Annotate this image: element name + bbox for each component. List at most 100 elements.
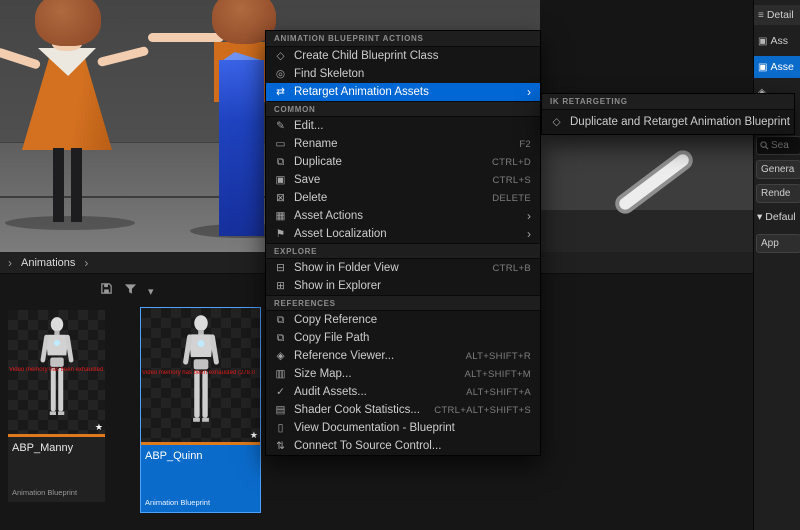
submenu-item-label: Duplicate and Retarget Animation Bluepri…: [570, 116, 790, 128]
render-button[interactable]: Rende: [756, 184, 800, 203]
menu-item-audit-assets[interactable]: ✓Audit Assets...ALT+SHIFT+A: [266, 383, 540, 401]
documentation-icon: ▯: [273, 422, 288, 434]
delete-icon: ⊠: [273, 192, 288, 204]
default-section-label: Defaul: [765, 211, 795, 223]
menu-item-asset-localization[interactable]: ⚑Asset Localization›: [266, 225, 540, 243]
asset-type: Animation Blueprint: [12, 488, 77, 497]
duplicate-icon: ⧉: [273, 156, 288, 169]
menu-item-copy-reference[interactable]: ⧉Copy Reference: [266, 311, 540, 329]
menu-item-label: Rename: [294, 138, 337, 150]
save-all-icon[interactable]: [100, 282, 113, 300]
search-placeholder: Sea: [771, 140, 789, 151]
submenu-item-duplicate-and-retarget-animation-blueprint[interactable]: ◇ Duplicate and Retarget Animation Bluepr…: [542, 110, 794, 134]
menu-item-asset-actions[interactable]: ▦Asset Actions›: [266, 207, 540, 225]
asset-type: Animation Blueprint: [145, 498, 210, 507]
size-map-icon: ▥: [273, 368, 288, 380]
unreal-editor-window: ≡ Detail ▣ Ass ▣ Asse ◈ Sea Genera Rende…: [0, 0, 800, 530]
menu-section-header-explore: EXPLORE: [266, 243, 540, 259]
copy-reference-icon: ⧉: [273, 314, 288, 327]
chevron-down-icon: ▾: [757, 211, 762, 223]
menu-item-view-documentation-blueprint[interactable]: ▯View Documentation - Blueprint: [266, 419, 540, 437]
shortcut-label: CTRL+S: [493, 175, 532, 186]
character-hair: [35, 0, 101, 46]
menu-item-shader-cook-statistics[interactable]: ▤Shader Cook Statistics...CTRL+ALT+SHIFT…: [266, 401, 540, 419]
menu-item-label: Asset Localization: [294, 228, 387, 240]
menu-item-label: Delete: [294, 192, 327, 204]
shortcut-label: ALT+SHIFT+A: [466, 387, 531, 398]
character-arm: [148, 33, 224, 42]
new-asset-star-icon: ★: [250, 430, 258, 441]
asset-actions-icon: ▦: [273, 210, 288, 222]
menu-item-find-skeleton[interactable]: ◎Find Skeleton: [266, 65, 540, 83]
reference-viewer-icon: ◈: [273, 350, 288, 362]
asset-thumbnail: Video memory has been exhausted (278.0 ★: [141, 308, 260, 442]
asset-name: ABP_Quinn: [141, 445, 260, 462]
menu-item-connect-to-source-control[interactable]: ⇅Connect To Source Control...: [266, 437, 540, 455]
menu-item-label: Size Map...: [294, 368, 352, 380]
save-icon: ▣: [273, 174, 288, 186]
copy-file-path-icon: ⧉: [273, 332, 288, 345]
submenu-arrow-icon: ›: [527, 209, 531, 223]
blue-cube: [219, 60, 264, 236]
character-shadow: [5, 216, 135, 230]
audit-assets-icon: ✓: [273, 386, 288, 398]
tab-asset-details-selected[interactable]: ▣ Asse: [754, 56, 800, 78]
filter-icon[interactable]: [124, 282, 137, 300]
retarget-icon: ⇄: [273, 86, 288, 98]
menu-item-edit[interactable]: ✎ Edit...: [266, 117, 540, 135]
menu-item-rename[interactable]: ▭RenameF2: [266, 135, 540, 153]
details-icon: ≡: [758, 10, 764, 21]
menu-item-reference-viewer[interactable]: ◈ Reference Viewer... ALT+SHIFT+R: [266, 347, 540, 365]
menu-section-header-animation-blueprint-actions: ANIMATION BLUEPRINT ACTIONS: [266, 31, 540, 47]
asset-tile-abp-manny[interactable]: Video memory has been exhausted (1391.3 …: [8, 310, 105, 502]
tab-details[interactable]: ≡ Detail: [754, 5, 800, 25]
menu-item-retarget-animation-assets[interactable]: ⇄Retarget Animation Assets›: [266, 83, 540, 101]
tab-assets[interactable]: ▣ Ass: [754, 31, 800, 51]
context-menu: ANIMATION BLUEPRINT ACTIONS ◇ Create Child…: [265, 30, 541, 456]
menu-item-copy-file-path[interactable]: ⧉ Copy File Path: [266, 329, 540, 347]
menu-item-label: Edit...: [294, 120, 323, 132]
menu-item-label: Show in Explorer: [294, 280, 381, 292]
menu-item-save[interactable]: ▣SaveCTRL+S: [266, 171, 540, 189]
folder-view-icon: ⊟: [273, 262, 288, 274]
edit-icon: ✎: [273, 120, 288, 132]
retarget-blueprint-icon: ◇: [549, 116, 564, 128]
character-arm: [0, 47, 41, 70]
filter-chevron-down-icon[interactable]: ▾: [148, 285, 154, 298]
menu-item-show-in-folder-view[interactable]: ⊟Show in Folder ViewCTRL+B: [266, 259, 540, 277]
asset-details-icon: ▣: [758, 62, 767, 73]
general-button[interactable]: Genera: [756, 160, 800, 179]
menu-item-size-map[interactable]: ▥Size Map...ALT+SHIFT+M: [266, 365, 540, 383]
menu-item-label: Copy File Path: [294, 332, 369, 344]
menu-item-create-child-blueprint-class[interactable]: ◇ Create Child Blueprint Class: [266, 47, 540, 65]
shader-statistics-icon: ▤: [273, 404, 288, 416]
search-input[interactable]: Sea: [756, 136, 800, 155]
default-section-header[interactable]: ▾ Defaul: [757, 211, 796, 223]
child-blueprint-icon: ◇: [273, 50, 288, 62]
asset-tile-abp-quinn[interactable]: Video memory has been exhausted (278.0 ★…: [140, 307, 261, 513]
menu-section-header-references: REFERENCES: [266, 295, 540, 311]
breadcrumb-item-animations[interactable]: Animations: [21, 257, 75, 269]
retarget-submenu: IK RETARGETING◇Duplicate and Retarget An…: [541, 93, 795, 135]
menu-item-duplicate[interactable]: ⧉DuplicateCTRL+D: [266, 153, 540, 171]
rename-icon: ▭: [273, 138, 288, 150]
tab-asset-details-label: Asse: [770, 61, 793, 73]
menu-item-show-in-explorer[interactable]: ⊞Show in Explorer: [266, 277, 540, 295]
menu-item-label: Create Child Blueprint Class: [294, 50, 438, 62]
asset-localization-icon: ⚑: [273, 228, 288, 240]
menu-item-label: Shader Cook Statistics...: [294, 404, 420, 416]
asset-thumbnail: Video memory has been exhausted (1391.3 …: [8, 310, 105, 434]
video-memory-warning-text: Video memory has been exhausted (1391.3: [9, 367, 105, 373]
menu-item-label: Reference Viewer...: [294, 350, 394, 362]
asset-name: ABP_Manny: [8, 437, 105, 454]
apply-button[interactable]: App: [756, 234, 800, 253]
menu-section-header-common: COMMON: [266, 101, 540, 117]
shortcut-label: ALT+SHIFT+R: [466, 351, 531, 362]
tab-assets-label: Ass: [770, 35, 788, 47]
search-icon: [760, 141, 769, 150]
new-asset-star-icon: ★: [95, 422, 103, 433]
breadcrumb-chevron-icon[interactable]: ›: [84, 256, 88, 270]
menu-item-delete[interactable]: ⊠DeleteDELETE: [266, 189, 540, 207]
menu-item-label: Show in Folder View: [294, 262, 399, 274]
breadcrumb-root-chevron-icon[interactable]: ›: [8, 256, 12, 270]
